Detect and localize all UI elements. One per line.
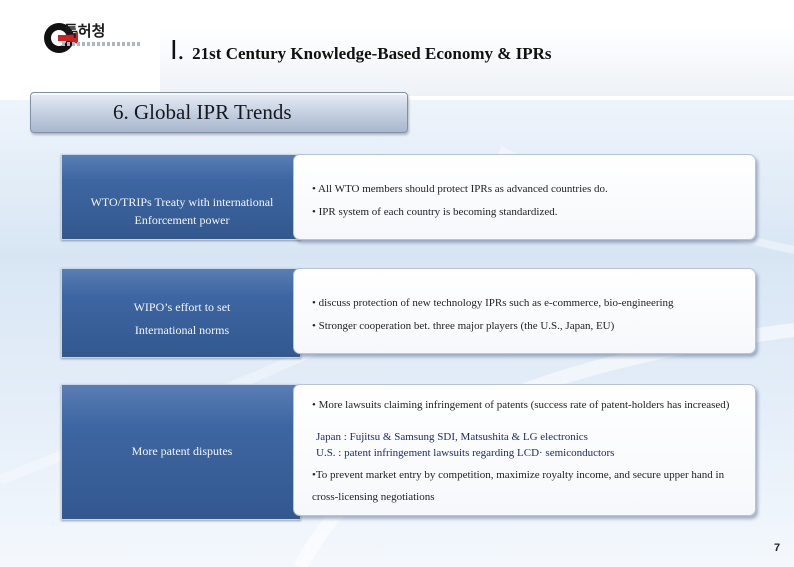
row-1-label-line-1: WTO/TRIPs Treaty with international	[90, 195, 274, 209]
page-title: Ⅰ. 21st Century Knowledge-Based Economy …	[170, 36, 552, 66]
page-number: 7	[774, 542, 781, 554]
row-2-label-box: WIPO’s effort to set International norms	[61, 268, 301, 358]
chapter-title: 21st Century Knowledge-Based Economy & I…	[192, 44, 552, 63]
row-1-label-box: WTO/TRIPs Treaty with international Enfo…	[61, 154, 301, 240]
row-1-bullet-1: • All WTO members should protect IPRs as…	[312, 183, 608, 195]
logo-subtitle-band	[62, 42, 142, 46]
row-3-sub-japan: Japan : Fujitsu & Samsung SDI, Matsushit…	[316, 431, 588, 443]
row-2-label-line-1: WIPO’s effort to set	[133, 300, 231, 314]
row-1-label-line-2: Enforcement power	[134, 213, 230, 227]
row-3-sub-us: U.S. : patent infringement lawsuits rega…	[316, 447, 615, 459]
row-3-content-box: • More lawsuits claiming infringement of…	[293, 384, 756, 516]
row-3-bullet-2: •To prevent market entry by competition,…	[312, 469, 725, 503]
section-title: 6. Global IPR Trends	[113, 100, 292, 124]
row-1-content-box: • All WTO members should protect IPRs as…	[293, 154, 756, 240]
row-2-bullet-1: • discuss protection of new technology I…	[312, 297, 674, 309]
row-3-label-box: More patent disputes	[61, 384, 301, 520]
row-1-bullet-2: • IPR system of each country is becoming…	[312, 206, 558, 218]
section-title-box: 6. Global IPR Trends	[30, 92, 408, 133]
row-2-bullet-2: • Stronger cooperation bet. three major …	[312, 320, 615, 332]
logo-text: 특허청	[64, 22, 106, 40]
chapter-numeral: Ⅰ.	[170, 36, 185, 65]
row-3-label-line-1: More patent disputes	[131, 444, 233, 458]
row-2-label-line-2: International norms	[134, 323, 230, 337]
row-2-content-box: • discuss protection of new technology I…	[293, 268, 756, 354]
row-3-bullet-1: • More lawsuits claiming infringement of…	[312, 399, 730, 411]
